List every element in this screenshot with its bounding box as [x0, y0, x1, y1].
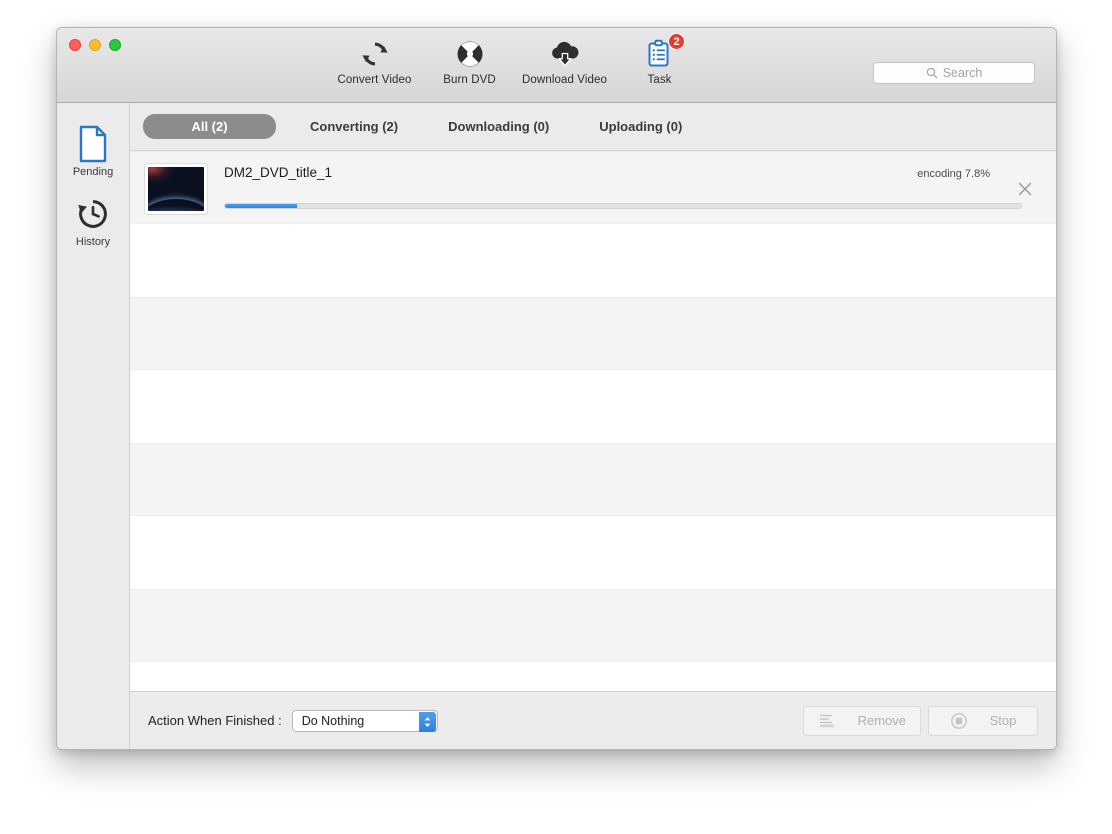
- download-video-icon: [517, 38, 612, 70]
- zoom-window-button[interactable]: [109, 39, 121, 51]
- sidebar-item-pending[interactable]: Pending: [57, 117, 129, 187]
- select-value: Do Nothing: [301, 713, 365, 728]
- toolbar-label: Burn DVD: [443, 74, 496, 86]
- task-list: DM2_DVD_title_1 encoding 7.8%: [130, 151, 1056, 691]
- task-status: encoding 7.8%: [917, 167, 990, 180]
- action-when-finished-label: Action When Finished :: [148, 713, 282, 728]
- task-badge: 2: [668, 33, 685, 50]
- tab-converting[interactable]: Converting (2): [294, 114, 414, 139]
- convert-video-icon: [327, 38, 422, 70]
- task-item[interactable]: DM2_DVD_title_1 encoding 7.8%: [130, 152, 1056, 225]
- toolbar-button-download-video[interactable]: Download Video: [517, 38, 612, 86]
- task-icon: 2: [612, 33, 707, 70]
- table-row-empty: [130, 662, 1056, 691]
- main-content: All (2) Converting (2) Downloading (0) U…: [130, 103, 1056, 749]
- tab-uploading[interactable]: Uploading (0): [583, 114, 698, 139]
- toolbar-label: Task: [647, 74, 672, 86]
- toolbar-button-convert-video[interactable]: Convert Video: [327, 38, 422, 86]
- progress-bar-fill: [225, 203, 297, 208]
- stop-button[interactable]: Stop: [928, 705, 1038, 736]
- table-row-empty: [130, 443, 1056, 516]
- history-clock-icon: [57, 194, 129, 234]
- earth-from-space-thumbnail: [144, 162, 208, 215]
- sidebar-label: History: [75, 236, 111, 248]
- traffic-lights: [69, 39, 121, 51]
- table-row-empty: [130, 516, 1056, 589]
- document-icon: [57, 124, 129, 164]
- search-input[interactable]: Search: [873, 62, 1035, 84]
- stop-button-label: Stop: [989, 713, 1017, 728]
- table-row-empty: [130, 589, 1056, 662]
- close-window-button[interactable]: [69, 39, 81, 51]
- toolbar-label: Download Video: [522, 74, 607, 86]
- sidebar-item-history[interactable]: History: [57, 187, 129, 257]
- search-placeholder: Search: [942, 66, 983, 80]
- tab-downloading[interactable]: Downloading (0): [432, 114, 565, 139]
- table-row-empty: [130, 224, 1056, 297]
- toolbar-label: Convert Video: [337, 74, 412, 86]
- remove-button-label: Remove: [857, 713, 906, 728]
- task-title: DM2_DVD_title_1: [224, 164, 333, 180]
- toolbar: Convert Video Burn DVD Download Video 2 …: [57, 28, 1056, 103]
- table-row-empty: [130, 370, 1056, 443]
- table-row-empty: [130, 297, 1056, 370]
- tab-bar: All (2) Converting (2) Downloading (0) U…: [130, 103, 1056, 151]
- toolbar-items: Convert Video Burn DVD Download Video 2 …: [327, 33, 707, 86]
- toolbar-button-task[interactable]: 2 Task: [612, 33, 707, 86]
- close-x-icon[interactable]: [1016, 180, 1034, 198]
- footer-bar: Action When Finished : Do Nothing Remove…: [130, 691, 1056, 749]
- search-icon: [926, 67, 938, 79]
- body: Pending History All (2) Converting (2) D…: [57, 103, 1056, 749]
- app-window: Convert Video Burn DVD Download Video 2 …: [56, 27, 1057, 750]
- action-when-finished-select[interactable]: Do Nothing: [291, 709, 438, 732]
- burn-dvd-icon: [422, 38, 517, 70]
- task-details: DM2_DVD_title_1 encoding 7.8%: [224, 163, 1056, 215]
- sidebar-label: Pending: [72, 166, 114, 178]
- table-row[interactable]: DM2_DVD_title_1 encoding 7.8%: [130, 151, 1056, 224]
- toolbar-button-burn-dvd[interactable]: Burn DVD: [422, 38, 517, 86]
- tab-all[interactable]: All (2): [143, 114, 276, 139]
- minimize-window-button[interactable]: [89, 39, 101, 51]
- stop-circle-icon: [950, 712, 968, 730]
- remove-button[interactable]: Remove: [802, 705, 921, 736]
- sidebar: Pending History: [57, 103, 130, 749]
- remove-list-icon: [818, 713, 836, 729]
- stepper-up-down-icon[interactable]: [418, 711, 436, 732]
- progress-bar: [224, 202, 1022, 209]
